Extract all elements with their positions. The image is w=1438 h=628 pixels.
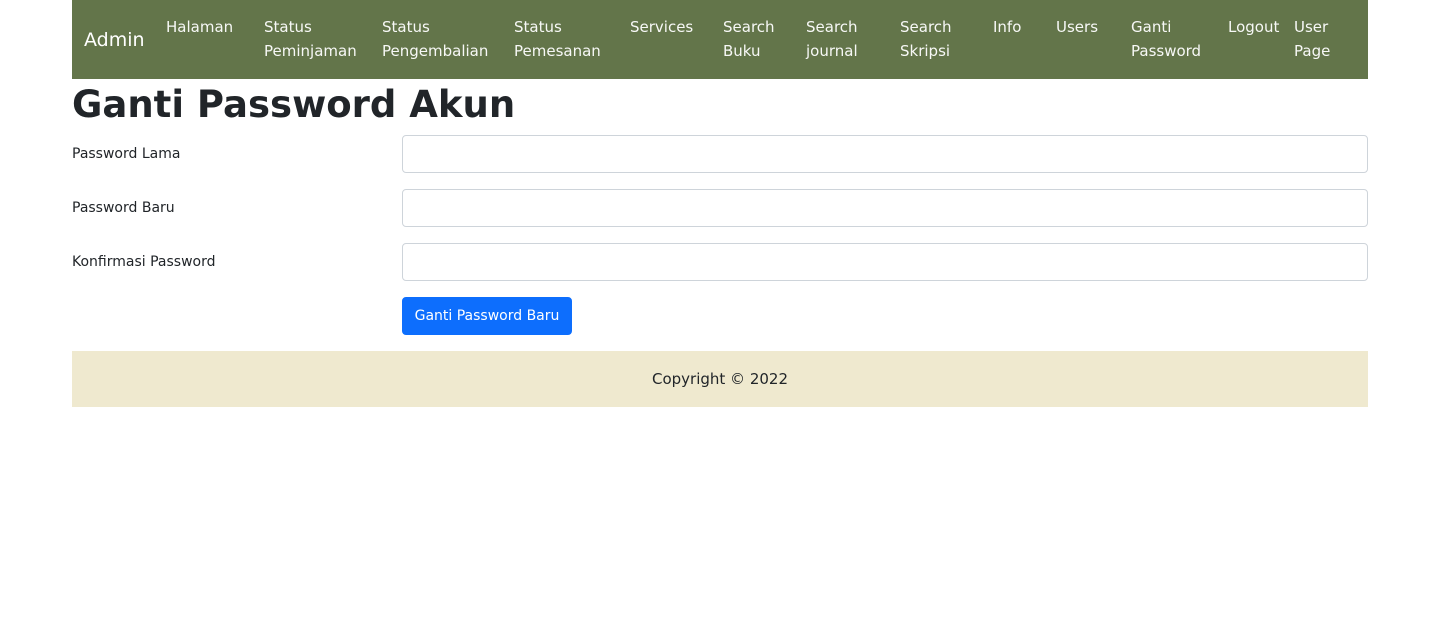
nav-item-label: Search — [723, 18, 775, 36]
nav-item-status-peminjaman[interactable]: Status Peminjaman — [264, 15, 357, 63]
old-password-field[interactable] — [402, 135, 1368, 173]
form-row-old-password: Password Lama — [72, 135, 1368, 173]
confirm-password-label: Konfirmasi Password — [72, 254, 216, 270]
nav-item-label: Ganti — [1131, 18, 1172, 36]
page-container: Admin Halaman Status Peminjaman Status P… — [72, 0, 1368, 407]
nav-item-label: Halaman — [166, 18, 234, 36]
nav-item-label-line2: Skripsi — [900, 42, 951, 60]
nav-item-label: Services — [630, 18, 694, 36]
nav-item-search-skripsi[interactable]: Search Skripsi — [900, 15, 952, 63]
nav-item-label-line2: Peminjaman — [264, 42, 357, 60]
nav-item-label: Search — [900, 18, 952, 36]
nav-item-label: Search — [806, 18, 858, 36]
top-navbar: Admin Halaman Status Peminjaman Status P… — [72, 0, 1368, 79]
nav-item-label-line2: Pemesanan — [514, 42, 601, 60]
nav-item-label-line2: Pengembalian — [382, 42, 489, 60]
nav-item-halaman[interactable]: Halaman — [166, 15, 233, 39]
navbar-brand[interactable]: Admin — [84, 28, 145, 52]
footer: Copyright © 2022 — [72, 351, 1368, 407]
nav-item-info[interactable]: Info — [993, 15, 1021, 39]
form-row-confirm-password: Konfirmasi Password — [72, 243, 1368, 281]
change-password-button[interactable]: Ganti Password Baru — [402, 297, 572, 335]
nav-item-label-line2: Buku — [723, 42, 761, 60]
nav-item-status-pemesanan[interactable]: Status Pemesanan — [514, 15, 601, 63]
nav-item-label-line2: Password — [1131, 42, 1202, 60]
nav-item-logout[interactable]: Logout — [1228, 15, 1279, 39]
nav-item-label-line2: Page — [1294, 42, 1331, 60]
nav-item-status-pengembalian[interactable]: Status Pengembalian — [382, 15, 488, 63]
nav-item-label: User — [1294, 18, 1329, 36]
nav-item-search-buku[interactable]: Search Buku — [723, 15, 775, 63]
nav-item-user-page[interactable]: User Page — [1294, 15, 1330, 63]
nav-item-label: Status — [264, 18, 312, 36]
nav-item-ganti-password[interactable]: Ganti Password — [1131, 15, 1201, 63]
page-title: Ganti Password Akun — [72, 83, 516, 126]
form-row-new-password: Password Baru — [72, 189, 1368, 227]
new-password-label: Password Baru — [72, 200, 175, 216]
nav-item-label: Status — [514, 18, 562, 36]
nav-item-label: Users — [1056, 18, 1099, 36]
nav-item-label: Info — [993, 18, 1022, 36]
nav-item-label-line2: journal — [806, 42, 858, 60]
new-password-field[interactable] — [402, 189, 1368, 227]
nav-item-users[interactable]: Users — [1056, 15, 1098, 39]
nav-item-label: Logout — [1228, 18, 1280, 36]
nav-item-label: Status — [382, 18, 430, 36]
nav-item-services[interactable]: Services — [630, 15, 693, 39]
confirm-password-field[interactable] — [402, 243, 1368, 281]
old-password-label: Password Lama — [72, 146, 181, 162]
nav-item-search-journal[interactable]: Search journal — [806, 15, 858, 63]
copyright-text: Copyright © 2022 — [651, 370, 788, 388]
